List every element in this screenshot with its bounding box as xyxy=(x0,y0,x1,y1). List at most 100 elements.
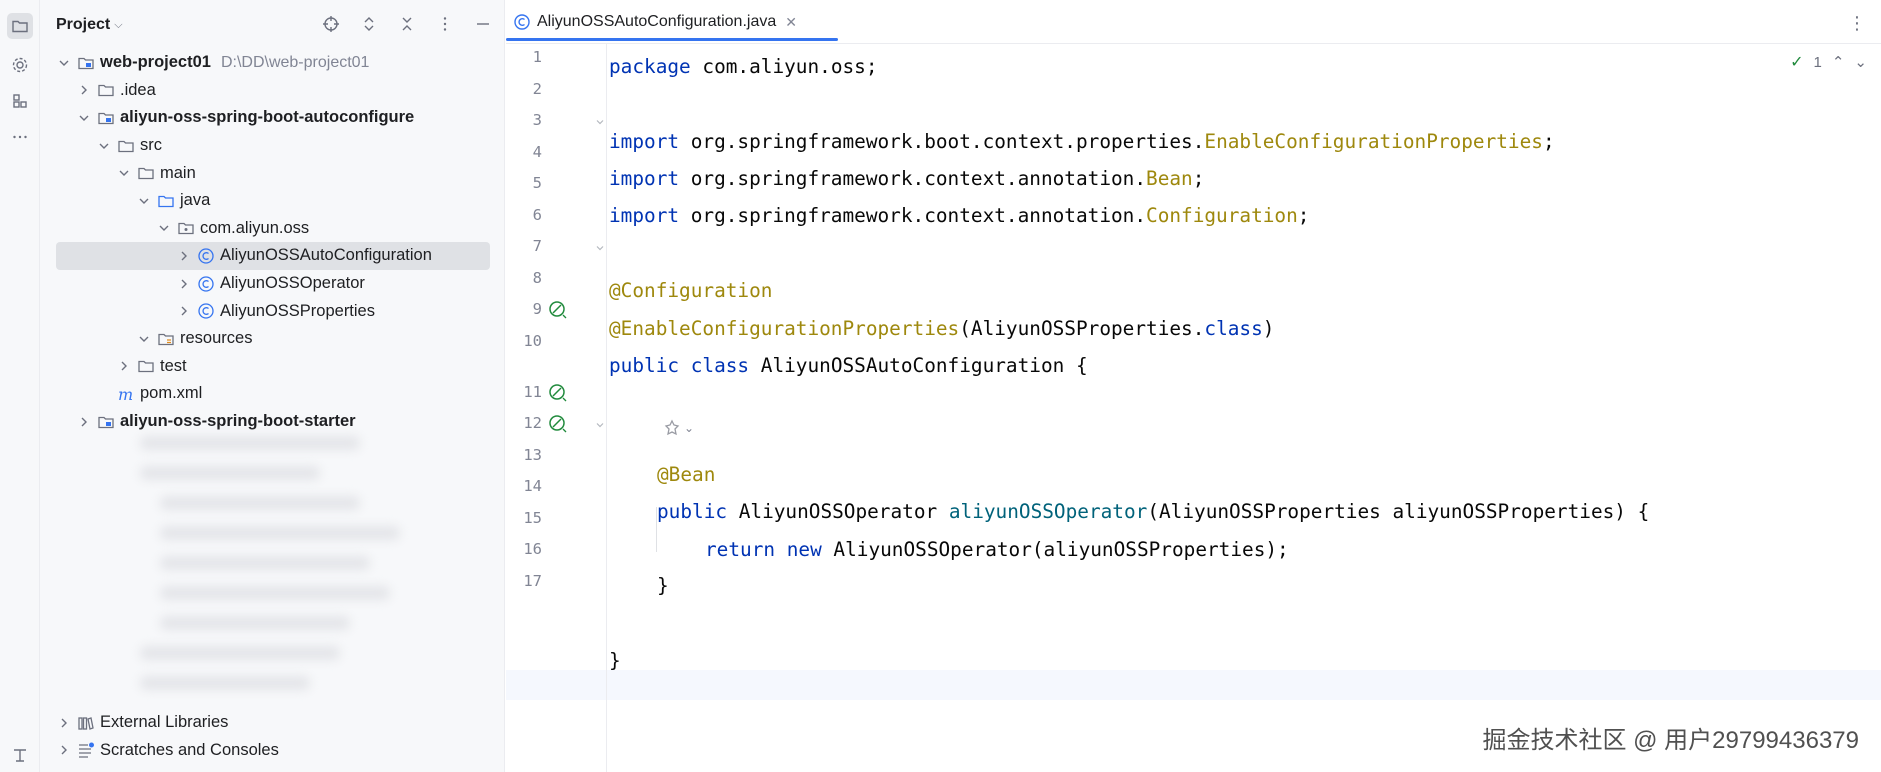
tree-node-toggle[interactable] xyxy=(56,742,72,758)
hide-panel-button[interactable] xyxy=(472,13,494,35)
line-number[interactable]: 14 xyxy=(506,477,542,495)
tree-node-toggle[interactable] xyxy=(176,303,192,319)
tree-node[interactable]: web-project01 D:\DD\web-project01 xyxy=(40,49,505,77)
resources-folder-icon xyxy=(156,329,176,349)
options-button[interactable] xyxy=(434,13,456,35)
tree-node-toggle[interactable] xyxy=(156,220,172,236)
code-line-13[interactable]: return new AliyunOSSOperator(aliyunOSSPr… xyxy=(705,535,1289,565)
editor-tab-active[interactable]: AliyunOSSAutoConfiguration.java ✕ xyxy=(506,0,838,44)
class-icon xyxy=(196,246,216,266)
code-line-3[interactable]: import org.springframework.boot.context.… xyxy=(609,127,1555,157)
ai-hint-inlay[interactable]: ⌄ xyxy=(662,418,694,438)
fold-marker[interactable] xyxy=(594,115,606,127)
tab-options-button[interactable]: ⋮ xyxy=(1848,13,1866,34)
line-number[interactable]: 11 xyxy=(506,383,542,401)
tree-node[interactable]: AliyunOSSProperties xyxy=(40,297,505,325)
project-tool-button[interactable] xyxy=(7,13,33,39)
code-line-4[interactable]: import org.springframework.context.annot… xyxy=(609,164,1204,194)
tree-node-label: main xyxy=(160,163,196,182)
chevron-up-icon[interactable]: ⌃ xyxy=(1832,53,1845,71)
line-number[interactable]: 8 xyxy=(506,269,542,287)
bean-marker-icon[interactable] xyxy=(548,414,568,434)
inspection-widget[interactable]: ✓ 1 ⌃ ⌄ xyxy=(1790,52,1867,72)
expand-all-button[interactable] xyxy=(358,13,380,35)
code-line-11[interactable]: @Bean xyxy=(657,460,715,490)
code-line-8[interactable]: @EnableConfigurationProperties(AliyunOSS… xyxy=(609,314,1274,344)
code-line-1[interactable]: package com.aliyun.oss; xyxy=(609,52,878,82)
bean-marker-icon[interactable] xyxy=(548,300,568,320)
library-icon xyxy=(76,713,96,733)
project-panel-title: Project xyxy=(56,16,111,33)
tree-node[interactable]: Scratches and Consoles xyxy=(40,737,505,765)
tree-node[interactable]: .idea xyxy=(40,77,505,105)
line-number[interactable]: 16 xyxy=(506,540,542,558)
tree-node-toggle[interactable] xyxy=(116,358,132,374)
services-tool-button[interactable] xyxy=(7,52,33,78)
minimize-icon xyxy=(477,23,489,25)
tree-node[interactable]: AliyunOSSAutoConfiguration xyxy=(56,242,490,270)
select-opened-file-button[interactable] xyxy=(320,13,342,35)
project-view-selector[interactable]: Project ⌵ xyxy=(56,16,123,34)
tree-node[interactable]: java xyxy=(40,187,505,215)
line-number[interactable]: 7 xyxy=(506,237,542,255)
tree-node[interactable]: External Libraries xyxy=(40,709,505,737)
close-icon[interactable]: ✕ xyxy=(785,14,797,31)
chevron-down-icon[interactable]: ⌄ xyxy=(1854,53,1867,71)
tree-node-toggle[interactable] xyxy=(76,82,92,98)
structure-tool-button[interactable] xyxy=(7,88,33,114)
code-line-9[interactable]: public class AliyunOSSAutoConfiguration … xyxy=(609,351,1088,381)
fold-marker[interactable] xyxy=(594,241,606,253)
code-line-14[interactable]: } xyxy=(657,571,669,601)
more-tools-button[interactable] xyxy=(7,124,33,150)
line-number[interactable]: 12 xyxy=(506,414,542,432)
line-number[interactable]: 17 xyxy=(506,572,542,590)
code-line-7[interactable]: @Configuration xyxy=(609,276,772,306)
tree-node-toggle[interactable] xyxy=(116,165,132,181)
structure-icon xyxy=(13,94,27,108)
tree-node-label: test xyxy=(160,356,187,375)
collapse-all-button[interactable] xyxy=(396,13,418,35)
fold-marker[interactable] xyxy=(594,418,606,430)
class-icon xyxy=(196,301,216,321)
tree-node[interactable]: AliyunOSSOperator xyxy=(40,270,505,298)
line-number[interactable]: 4 xyxy=(506,143,542,161)
tree-node[interactable]: src xyxy=(40,132,505,160)
tree-node[interactable]: aliyun-oss-spring-boot-autoconfigure xyxy=(40,104,505,132)
chevron-down-icon xyxy=(59,60,69,66)
tool-window-strip xyxy=(0,0,40,772)
terminal-tool-button[interactable] xyxy=(7,742,33,768)
line-number[interactable]: 9 xyxy=(506,300,542,318)
line-number[interactable]: 3 xyxy=(506,111,542,129)
tree-node-toggle[interactable] xyxy=(76,110,92,126)
tree-node-toggle[interactable] xyxy=(176,276,192,292)
tree-node-toggle[interactable] xyxy=(136,331,152,347)
tree-node[interactable]: main xyxy=(40,159,505,187)
tree-node-toggle[interactable] xyxy=(56,55,72,71)
tree-node[interactable]: resources xyxy=(40,325,505,353)
tree-node-toggle[interactable] xyxy=(96,138,112,154)
tree-node-toggle[interactable] xyxy=(176,248,192,264)
line-number[interactable]: 13 xyxy=(506,446,542,464)
folder-icon xyxy=(136,163,156,183)
line-number[interactable]: 15 xyxy=(506,509,542,527)
bean-marker-icon[interactable] xyxy=(548,383,568,403)
line-number[interactable]: 10 xyxy=(506,332,542,350)
gutter-divider xyxy=(606,44,607,772)
line-number[interactable]: 6 xyxy=(506,206,542,224)
code-line-12[interactable]: public AliyunOSSOperator aliyunOSSOperat… xyxy=(657,497,1649,527)
line-number[interactable]: 2 xyxy=(506,80,542,98)
tree-node[interactable]: m pom.xml xyxy=(40,380,505,408)
tree-node-toggle[interactable] xyxy=(56,715,72,731)
tree-node-toggle[interactable] xyxy=(76,414,92,430)
code-line-16[interactable]: } xyxy=(609,646,621,676)
tree-node-toggle[interactable] xyxy=(136,193,152,209)
tree-node[interactable]: test xyxy=(40,353,505,381)
tree-node-toggle xyxy=(96,386,112,402)
line-number[interactable]: 1 xyxy=(506,48,542,66)
tree-node[interactable]: com.aliyun.oss xyxy=(40,215,505,243)
gear-icon xyxy=(12,57,28,73)
tree-node-label: resources xyxy=(180,329,253,348)
line-number[interactable]: 5 xyxy=(506,174,542,192)
chevron-down-icon: ⌄ xyxy=(684,421,695,435)
code-line-5[interactable]: import org.springframework.context.annot… xyxy=(609,201,1309,231)
